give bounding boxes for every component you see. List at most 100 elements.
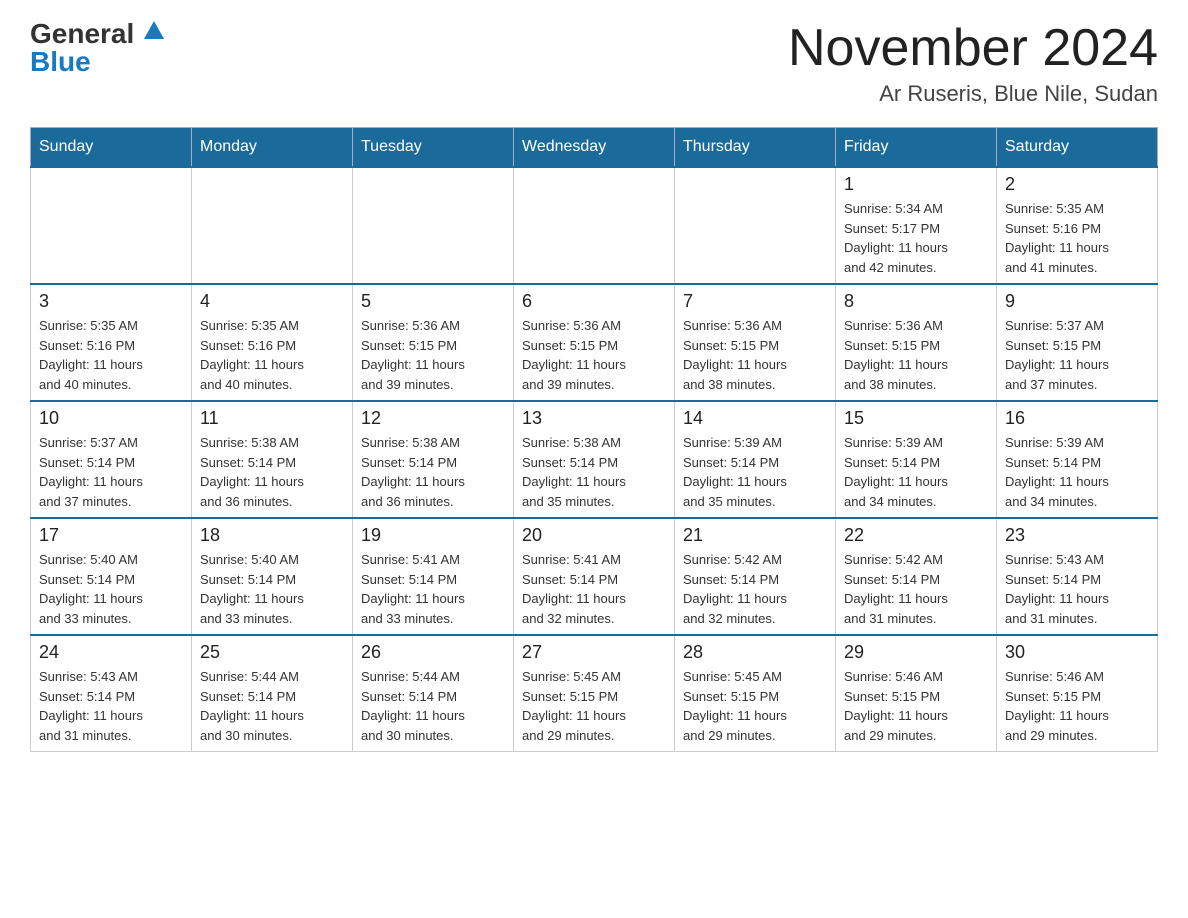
header-saturday: Saturday <box>997 128 1158 168</box>
day-cell <box>353 167 514 284</box>
day-cell: 18Sunrise: 5:40 AM Sunset: 5:14 PM Dayli… <box>192 518 353 635</box>
day-cell: 20 Sunrise: 5:41 AM Sunset: 5:14 PM Dayli… <box>514 518 675 635</box>
day-cell: 16Sunrise: 5:39 AM Sunset: 5:14 PM Dayli… <box>997 401 1158 518</box>
day-cell <box>514 167 675 284</box>
day-info: Sunrise: 5:42 AM Sunset: 5:14 PM Dayligh… <box>683 550 827 628</box>
day-number: 7 <box>683 291 827 312</box>
day-info: Sunrise: 5:44 AM Sunset: 5:14 PM Dayligh… <box>200 667 344 745</box>
day-cell: 28 Sunrise: 5:45 AM Sunset: 5:15 PM Dayli… <box>675 635 836 752</box>
day-info: Sunrise: 5:35 AM Sunset: 5:16 PM Dayligh… <box>1005 199 1149 277</box>
day-cell: 4Sunrise: 5:35 AM Sunset: 5:16 PM Daylig… <box>192 284 353 401</box>
day-cell: 13 Sunrise: 5:38 AM Sunset: 5:14 PM Dayli… <box>514 401 675 518</box>
day-number: 1 <box>844 174 988 195</box>
day-info: Sunrise: 5:40 AM Sunset: 5:14 PM Dayligh… <box>39 550 183 628</box>
day-info: Sunrise: 5:37 AM Sunset: 5:14 PM Dayligh… <box>39 433 183 511</box>
header-thursday: Thursday <box>675 128 836 168</box>
day-info: Sunrise: 5:34 AM Sunset: 5:17 PM Dayligh… <box>844 199 988 277</box>
week-row-2: 3Sunrise: 5:35 AM Sunset: 5:16 PM Daylig… <box>31 284 1158 401</box>
logo-general-text: General <box>30 20 164 48</box>
day-cell: 8 Sunrise: 5:36 AM Sunset: 5:15 PM Daylig… <box>836 284 997 401</box>
day-number: 29 <box>844 642 988 663</box>
day-cell: 1 Sunrise: 5:34 AM Sunset: 5:17 PM Daylig… <box>836 167 997 284</box>
day-info: Sunrise: 5:45 AM Sunset: 5:15 PM Dayligh… <box>683 667 827 745</box>
day-number: 5 <box>361 291 505 312</box>
day-cell: 2 Sunrise: 5:35 AM Sunset: 5:16 PM Daylig… <box>997 167 1158 284</box>
location-text: Ar Ruseris, Blue Nile, Sudan <box>788 81 1158 107</box>
day-number: 11 <box>200 408 344 429</box>
logo-blue-text: Blue <box>30 48 91 76</box>
day-number: 4 <box>200 291 344 312</box>
day-info: Sunrise: 5:42 AM Sunset: 5:14 PM Dayligh… <box>844 550 988 628</box>
day-number: 2 <box>1005 174 1149 195</box>
day-cell: 24 Sunrise: 5:43 AM Sunset: 5:14 PM Dayli… <box>31 635 192 752</box>
week-row-4: 17Sunrise: 5:40 AM Sunset: 5:14 PM Dayli… <box>31 518 1158 635</box>
day-info: Sunrise: 5:44 AM Sunset: 5:14 PM Dayligh… <box>361 667 505 745</box>
day-number: 6 <box>522 291 666 312</box>
day-cell: 12 Sunrise: 5:38 AM Sunset: 5:14 PM Dayli… <box>353 401 514 518</box>
day-cell: 5Sunrise: 5:36 AM Sunset: 5:15 PM Daylig… <box>353 284 514 401</box>
day-number: 23 <box>1005 525 1149 546</box>
day-number: 27 <box>522 642 666 663</box>
day-cell: 21 Sunrise: 5:42 AM Sunset: 5:14 PM Dayli… <box>675 518 836 635</box>
day-info: Sunrise: 5:41 AM Sunset: 5:14 PM Dayligh… <box>522 550 666 628</box>
day-info: Sunrise: 5:43 AM Sunset: 5:14 PM Dayligh… <box>1005 550 1149 628</box>
day-info: Sunrise: 5:45 AM Sunset: 5:15 PM Dayligh… <box>522 667 666 745</box>
day-number: 14 <box>683 408 827 429</box>
day-cell: 19 Sunrise: 5:41 AM Sunset: 5:14 PM Dayli… <box>353 518 514 635</box>
month-title: November 2024 <box>788 20 1158 77</box>
day-cell: 30Sunrise: 5:46 AM Sunset: 5:15 PM Dayli… <box>997 635 1158 752</box>
day-number: 15 <box>844 408 988 429</box>
day-number: 3 <box>39 291 183 312</box>
day-cell: 9 Sunrise: 5:37 AM Sunset: 5:15 PM Daylig… <box>997 284 1158 401</box>
day-number: 22 <box>844 525 988 546</box>
day-info: Sunrise: 5:46 AM Sunset: 5:15 PM Dayligh… <box>844 667 988 745</box>
week-row-3: 10Sunrise: 5:37 AM Sunset: 5:14 PM Dayli… <box>31 401 1158 518</box>
day-number: 9 <box>1005 291 1149 312</box>
day-info: Sunrise: 5:36 AM Sunset: 5:15 PM Dayligh… <box>844 316 988 394</box>
day-number: 13 <box>522 408 666 429</box>
title-block: November 2024 Ar Ruseris, Blue Nile, Sud… <box>788 20 1158 107</box>
day-info: Sunrise: 5:43 AM Sunset: 5:14 PM Dayligh… <box>39 667 183 745</box>
day-cell: 3Sunrise: 5:35 AM Sunset: 5:16 PM Daylig… <box>31 284 192 401</box>
day-number: 25 <box>200 642 344 663</box>
day-cell: 10Sunrise: 5:37 AM Sunset: 5:14 PM Dayli… <box>31 401 192 518</box>
day-number: 24 <box>39 642 183 663</box>
day-number: 19 <box>361 525 505 546</box>
day-number: 12 <box>361 408 505 429</box>
day-number: 20 <box>522 525 666 546</box>
day-cell: 23 Sunrise: 5:43 AM Sunset: 5:14 PM Dayli… <box>997 518 1158 635</box>
day-number: 21 <box>683 525 827 546</box>
day-number: 26 <box>361 642 505 663</box>
header-monday: Monday <box>192 128 353 168</box>
day-number: 8 <box>844 291 988 312</box>
day-info: Sunrise: 5:39 AM Sunset: 5:14 PM Dayligh… <box>1005 433 1149 511</box>
logo: General Blue <box>30 20 164 76</box>
day-cell: 6 Sunrise: 5:36 AM Sunset: 5:15 PM Daylig… <box>514 284 675 401</box>
day-info: Sunrise: 5:38 AM Sunset: 5:14 PM Dayligh… <box>361 433 505 511</box>
logo-triangle-icon <box>144 21 164 39</box>
day-info: Sunrise: 5:37 AM Sunset: 5:15 PM Dayligh… <box>1005 316 1149 394</box>
day-number: 28 <box>683 642 827 663</box>
week-row-5: 24 Sunrise: 5:43 AM Sunset: 5:14 PM Dayli… <box>31 635 1158 752</box>
header-wednesday: Wednesday <box>514 128 675 168</box>
day-cell: 29 Sunrise: 5:46 AM Sunset: 5:15 PM Dayli… <box>836 635 997 752</box>
day-info: Sunrise: 5:46 AM Sunset: 5:15 PM Dayligh… <box>1005 667 1149 745</box>
calendar-header-row: SundayMondayTuesdayWednesdayThursdayFrid… <box>31 128 1158 168</box>
day-cell <box>192 167 353 284</box>
day-cell: 14Sunrise: 5:39 AM Sunset: 5:14 PM Dayli… <box>675 401 836 518</box>
day-cell <box>31 167 192 284</box>
day-info: Sunrise: 5:36 AM Sunset: 5:15 PM Dayligh… <box>522 316 666 394</box>
header-friday: Friday <box>836 128 997 168</box>
day-info: Sunrise: 5:41 AM Sunset: 5:14 PM Dayligh… <box>361 550 505 628</box>
calendar-table: SundayMondayTuesdayWednesdayThursdayFrid… <box>30 127 1158 752</box>
day-info: Sunrise: 5:38 AM Sunset: 5:14 PM Dayligh… <box>200 433 344 511</box>
day-cell: 15 Sunrise: 5:39 AM Sunset: 5:14 PM Dayli… <box>836 401 997 518</box>
week-row-1: 1 Sunrise: 5:34 AM Sunset: 5:17 PM Daylig… <box>31 167 1158 284</box>
day-cell: 11 Sunrise: 5:38 AM Sunset: 5:14 PM Dayli… <box>192 401 353 518</box>
day-cell: 17Sunrise: 5:40 AM Sunset: 5:14 PM Dayli… <box>31 518 192 635</box>
page-header: General Blue November 2024 Ar Ruseris, B… <box>30 20 1158 107</box>
day-info: Sunrise: 5:40 AM Sunset: 5:14 PM Dayligh… <box>200 550 344 628</box>
day-cell: 25 Sunrise: 5:44 AM Sunset: 5:14 PM Dayli… <box>192 635 353 752</box>
day-info: Sunrise: 5:38 AM Sunset: 5:14 PM Dayligh… <box>522 433 666 511</box>
day-info: Sunrise: 5:39 AM Sunset: 5:14 PM Dayligh… <box>844 433 988 511</box>
